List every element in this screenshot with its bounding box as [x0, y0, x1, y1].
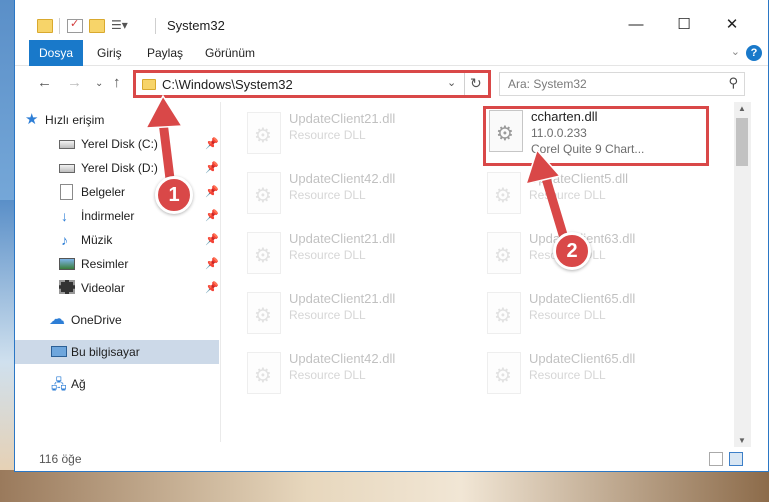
address-bar[interactable]: C:\Windows\System32 ⌄ ↻ [133, 70, 491, 98]
new-folder-icon[interactable] [89, 19, 105, 33]
network-icon: 🖧 [51, 376, 67, 392]
gear-icon: ⚙ [254, 365, 272, 387]
navigation-pane: ★ Hızlı erişim Yerel Disk (C:) 📌 Yerel D… [15, 102, 220, 442]
videos-icon [59, 280, 75, 294]
divider [464, 73, 465, 95]
scroll-up-icon[interactable]: ▲ [738, 104, 746, 113]
gear-icon: ⚙ [254, 305, 272, 327]
title-bar: ☰▾ System32 — ☐ ✕ [15, 0, 768, 40]
pin-icon[interactable]: 📌 [205, 252, 219, 276]
file-tile[interactable]: ⚙ UpdateClient21.dll Resource DLL [241, 228, 471, 280]
drive-icon [59, 140, 75, 149]
computer-icon [51, 346, 67, 357]
sidebar-item-music[interactable]: ♪ Müzik 📌 [15, 228, 219, 252]
chevron-down-icon[interactable]: ⌄ [447, 76, 456, 89]
file-tile[interactable]: ⚙ UpdateClient42.dll Resource DLL [241, 168, 471, 220]
forward-arrow-icon[interactable]: → [67, 74, 82, 91]
folder-icon [142, 79, 156, 90]
properties-icon[interactable] [67, 17, 83, 33]
tab-file[interactable]: Dosya [29, 40, 84, 66]
gear-icon: ⚙ [496, 123, 514, 145]
folder-icon [37, 19, 53, 33]
step-2-badge: 2 [553, 232, 591, 270]
step-1-badge: 1 [155, 176, 193, 214]
gear-icon: ⚙ [494, 365, 512, 387]
search-icon: ⚲ [728, 75, 738, 90]
file-tile[interactable]: ⚙ UpdateClient65.dll Resource DLL [481, 288, 711, 340]
vertical-scrollbar[interactable]: ▲ ▼ [734, 102, 751, 447]
item-count: 116 öğe [39, 452, 82, 466]
sidebar-item-pictures[interactable]: Resimler 📌 [15, 252, 219, 276]
pin-icon[interactable]: 📌 [205, 276, 219, 300]
sidebar-item-local-disk-c[interactable]: Yerel Disk (C:) 📌 [15, 132, 219, 156]
pin-icon[interactable]: 📌 [205, 156, 219, 180]
back-arrow-icon[interactable]: ← [37, 74, 52, 91]
document-icon [60, 184, 73, 200]
pin-icon[interactable]: 📌 [205, 132, 219, 156]
music-icon: ♪ [61, 232, 68, 248]
search-placeholder: Ara: System32 [508, 77, 587, 91]
scrollbar-thumb[interactable] [736, 118, 748, 166]
gear-icon: ⚙ [494, 185, 512, 207]
customize-toolbar-icon[interactable]: ☰▾ [111, 18, 128, 32]
divider [59, 18, 60, 34]
minimize-button[interactable]: — [613, 10, 659, 40]
address-path[interactable]: C:\Windows\System32 [162, 77, 293, 92]
desktop-wallpaper-bottom [0, 470, 769, 502]
file-explorer-window: ☰▾ System32 — ☐ ✕ Dosya Giriş Paylaş Gör… [14, 0, 769, 472]
sidebar-item-onedrive[interactable]: ☁ OneDrive [15, 308, 219, 332]
ribbon-tabs: Dosya Giriş Paylaş Görünüm ⌄ ? [15, 40, 768, 66]
file-tile[interactable]: ⚙ UpdateClient21.dll Resource DLL [241, 288, 471, 340]
file-tile[interactable]: ⚙ UpdateClient42.dll Resource DLL [241, 348, 471, 400]
chevron-down-icon[interactable]: ⌄ [731, 45, 740, 58]
tab-view[interactable]: Görünüm [195, 40, 265, 66]
help-icon[interactable]: ? [746, 45, 762, 61]
gear-icon: ⚙ [494, 245, 512, 267]
cloud-icon: ☁ [49, 311, 65, 328]
sidebar-item-quick-access[interactable]: ★ Hızlı erişim [15, 108, 219, 132]
up-arrow-icon[interactable]: ↑ [113, 74, 121, 91]
recent-locations-icon[interactable]: ⌄ [95, 78, 103, 89]
pictures-icon [59, 258, 75, 270]
close-button[interactable]: ✕ [709, 10, 755, 40]
star-icon: ★ [25, 111, 39, 128]
file-tile[interactable]: ⚙ UpdateClient65.dll Resource DLL [481, 348, 711, 400]
sidebar-item-network[interactable]: 🖧 Ağ [15, 372, 219, 396]
details-view-icon[interactable] [709, 452, 723, 466]
window-title: System32 [167, 18, 225, 33]
navigation-bar: ← → ⌄ ↑ C:\Windows\System32 ⌄ ↻ Ara: Sys… [15, 66, 768, 102]
gear-icon: ⚙ [254, 245, 272, 267]
gear-icon: ⚙ [254, 185, 272, 207]
target-file-tile[interactable]: ⚙ ccharten.dll 11.0.0.233 Corel Quite 9 … [483, 106, 709, 166]
divider [155, 18, 156, 34]
download-icon: ↓ [61, 208, 68, 224]
sidebar-item-local-disk-d[interactable]: Yerel Disk (D:) 📌 [15, 156, 219, 180]
refresh-icon[interactable]: ↻ [470, 75, 482, 92]
gear-icon: ⚙ [494, 305, 512, 327]
tab-share[interactable]: Paylaş [137, 40, 193, 66]
pin-icon[interactable]: 📌 [205, 180, 219, 204]
file-tile[interactable]: ⚙ UpdateClient21.dll Resource DLL [241, 108, 471, 160]
status-bar: 116 öğe [15, 447, 768, 471]
file-tile[interactable]: ⚙ UpdateClient63.dll Resource DLL [481, 228, 711, 280]
pin-icon[interactable]: 📌 [205, 204, 219, 228]
maximize-button[interactable]: ☐ [661, 10, 707, 40]
file-tile[interactable]: ⚙ UpdateClient5.dll Resource DLL [481, 168, 711, 220]
gear-icon: ⚙ [254, 125, 272, 147]
sidebar-item-videos[interactable]: Videolar 📌 [15, 276, 219, 300]
desktop-wallpaper-left [0, 200, 14, 470]
scroll-down-icon[interactable]: ▼ [738, 436, 746, 445]
tiles-view-icon[interactable] [729, 452, 743, 466]
search-input[interactable]: Ara: System32 ⚲ [499, 72, 745, 96]
drive-icon [59, 164, 75, 173]
sidebar-item-downloads[interactable]: ↓ İndirmeler 📌 [15, 204, 219, 228]
sidebar-item-this-pc[interactable]: Bu bilgisayar [15, 340, 219, 364]
pane-divider [220, 102, 221, 442]
pin-icon[interactable]: 📌 [205, 228, 219, 252]
tab-home[interactable]: Giriş [87, 40, 132, 66]
